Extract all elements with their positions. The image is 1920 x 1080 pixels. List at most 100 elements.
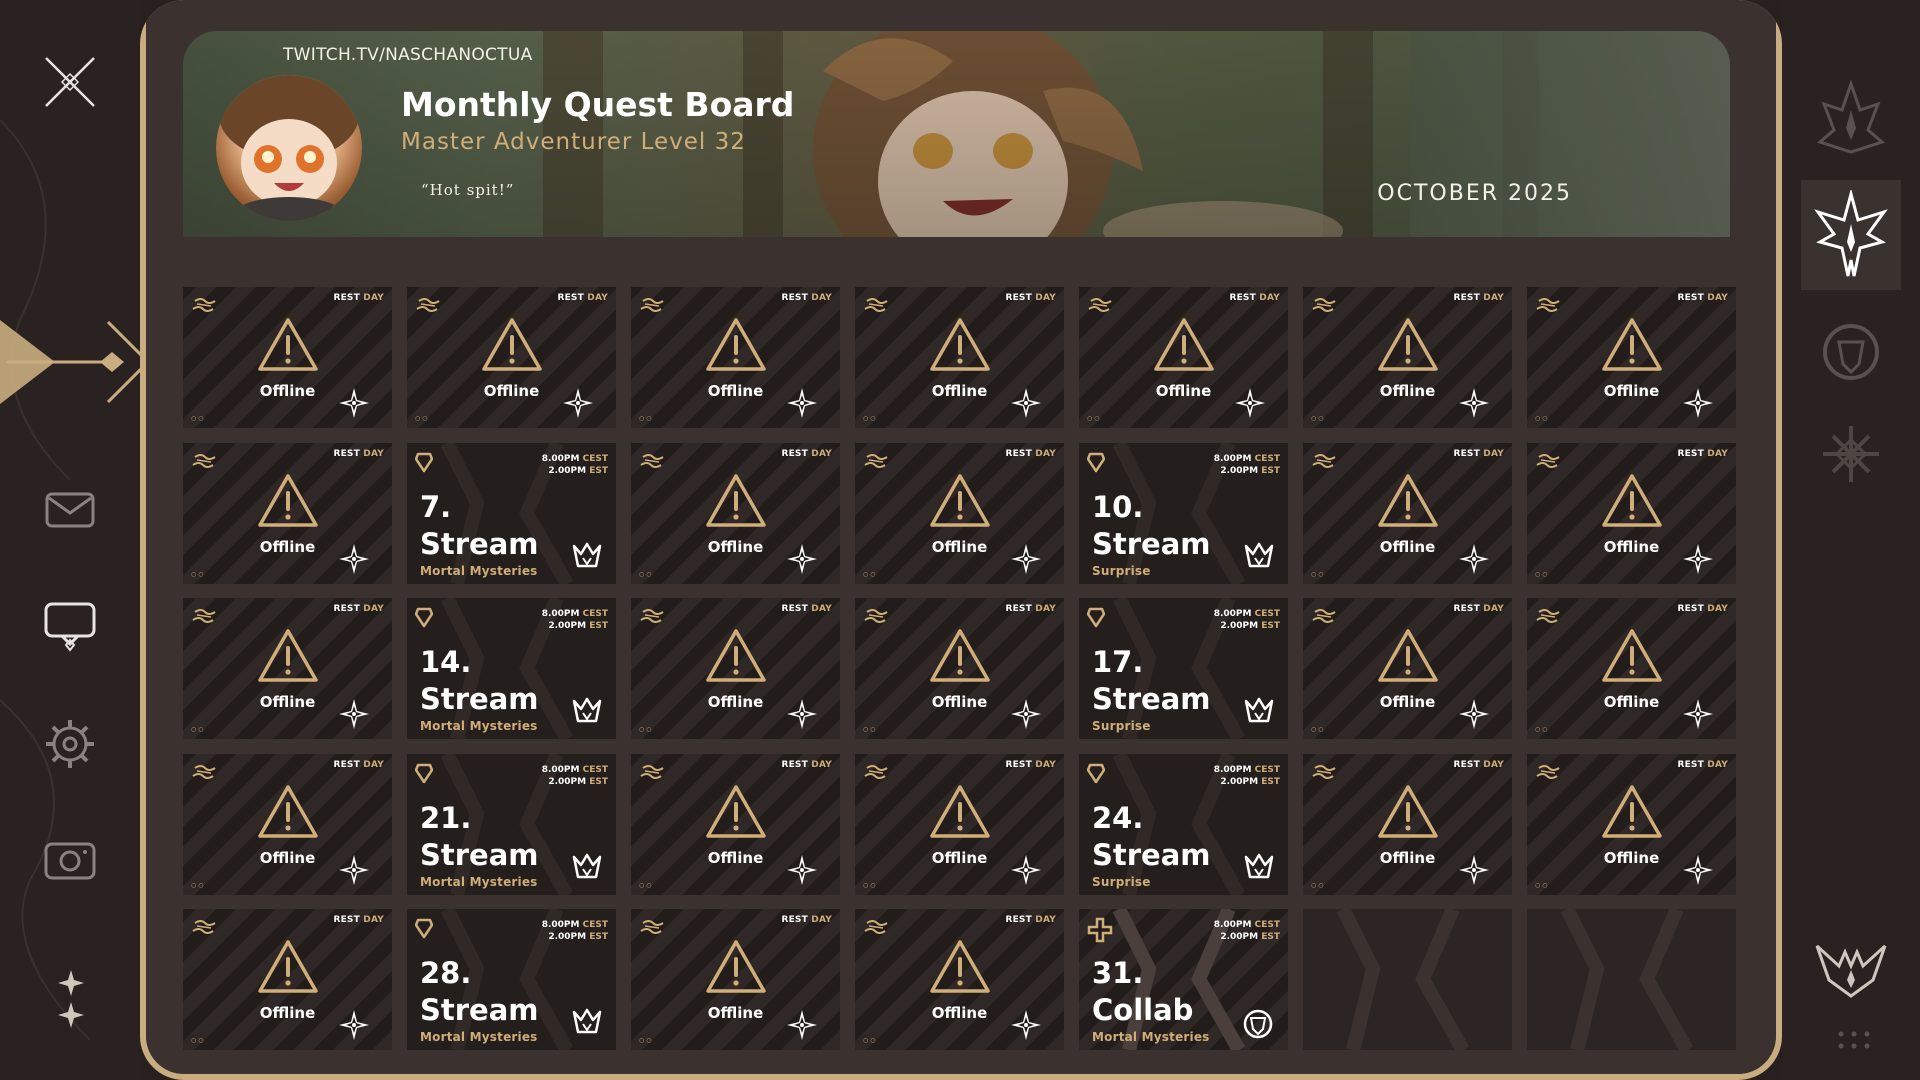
rest-label: REST [1453,760,1480,770]
warning-icon [705,628,767,688]
rest-label: REST [781,604,808,614]
chat-button[interactable] [40,596,100,656]
tz-cest: CEST [1254,920,1280,930]
warning-icon [705,317,767,377]
calendar-cell[interactable]: REST DAY Offline ○○ [631,909,840,1050]
calendar-cell[interactable]: REST DAY Offline ○○ [631,598,840,739]
tz-est: EST [1261,466,1280,476]
camera-button[interactable] [40,830,100,890]
wave-icon [191,762,217,786]
crown-icon [572,697,602,729]
rest-day-label: REST DAY [1005,915,1056,925]
calendar-cell[interactable]: REST DAY Offline ○○ [855,909,1064,1050]
warning-icon [1601,317,1663,377]
sparkle-icon [1010,854,1042,890]
event-kind: Stream [420,527,539,561]
wave-icon [415,295,441,319]
rest-day-label: REST DAY [1005,760,1056,770]
warning-icon [929,784,991,844]
dots-icon: ○○ [191,726,206,733]
calendar-cell[interactable]: REST DAY Offline ○○ [407,287,616,428]
time-est: 2.00PM EST [542,465,608,477]
time-est-value: 2.00PM [1220,932,1259,942]
calendar-cell[interactable]: REST DAY Offline ○○ [183,754,392,895]
mail-button[interactable] [40,480,100,540]
warning-icon [705,939,767,999]
calendar-cell[interactable]: 8.00PM CEST 2.00PM EST 14. Stream Mortal Mys… [407,598,616,739]
time-est: 2.00PM EST [542,776,608,788]
avatar-art [219,75,359,221]
close-button[interactable] [40,52,100,112]
time-cest-value: 8.00PM [1213,920,1252,930]
calendar-cell[interactable]: REST DAY Offline ○○ [183,598,392,739]
calendar-cell[interactable]: REST DAY Offline ○○ [183,909,392,1050]
calendar-cell[interactable]: REST DAY Offline ○○ [1303,598,1512,739]
calendar-cell[interactable]: REST DAY Offline ○○ [1303,287,1512,428]
rest-label: REST [1005,760,1032,770]
winged-crest-button[interactable] [1801,180,1901,290]
rest-label: REST [1005,449,1032,459]
sparkle-icon [786,854,818,890]
sparkle-icon [1458,698,1490,734]
calendar-cell[interactable]: REST DAY Offline ○○ [631,287,840,428]
tz-est: EST [1261,621,1280,631]
calendar-cell[interactable]: REST DAY Offline ○○ [1527,754,1736,895]
channel-url[interactable]: TWITCH.TV/NASCHANOCTUA [283,45,533,65]
time-cest-value: 8.00PM [1213,454,1252,464]
dots-icon: ○○ [1311,882,1326,889]
rest-label: REST [333,915,360,925]
warning-icon [1601,628,1663,688]
dots-icon: ○○ [1311,571,1326,578]
calendar-cell[interactable]: REST DAY Offline ○○ [855,287,1064,428]
calendar-cell[interactable]: 8.00PM CEST 2.00PM EST 24. Stream Surprise [1079,754,1288,895]
warning-icon [1601,473,1663,533]
calendar-cell[interactable]: REST DAY Offline ○○ [183,287,392,428]
flame-crest-icon [1816,80,1886,154]
warning-icon [1153,317,1215,377]
time-est: 2.00PM EST [1214,776,1280,788]
rest-day-label: REST DAY [1453,449,1504,459]
calendar-cell[interactable]: REST DAY Offline ○○ [631,754,840,895]
sparkle-icon [338,543,370,579]
crown-icon [1244,853,1274,885]
sparkle-icon [786,543,818,579]
calendar-cell[interactable]: REST DAY Offline ○○ [1303,443,1512,584]
event-kind: Stream [1092,527,1211,561]
calendar-cell[interactable]: REST DAY Offline ○○ [1527,443,1736,584]
rest-label: REST [557,293,584,303]
event-game: Mortal Mysteries [420,1030,538,1044]
calendar-cell[interactable]: REST DAY Offline ○○ [855,443,1064,584]
time-cest-value: 8.00PM [541,609,580,619]
calendar-cell[interactable]: REST DAY Offline ○○ [631,443,840,584]
event-game: Surprise [1092,719,1151,733]
calendar-cell[interactable]: 8.00PM CEST 2.00PM EST 31. Collab Mortal Mys… [1079,909,1288,1050]
calendar-cell[interactable]: 8.00PM CEST 2.00PM EST 17. Stream Surprise [1079,598,1288,739]
calendar-cell[interactable]: REST DAY Offline ○○ [855,598,1064,739]
ornament-crest-button[interactable] [1801,404,1901,504]
calendar-cell[interactable]: REST DAY Offline ○○ [1527,598,1736,739]
calendar-cell[interactable]: 8.00PM CEST 2.00PM EST 10. Stream Surprise [1079,443,1288,584]
bird-crest-button[interactable] [1801,918,1901,1018]
flame-crest-button[interactable] [1801,70,1901,170]
calendar-cell[interactable]: REST DAY Offline ○○ [1303,754,1512,895]
rest-day-label: REST DAY [1005,293,1056,303]
calendar-cell[interactable]: 8.00PM CEST 2.00PM EST 28. Stream Mortal Mys… [407,909,616,1050]
warning-icon [1377,784,1439,844]
dots-icon: ○○ [191,571,206,578]
calendar-cell[interactable]: REST DAY Offline ○○ [1079,287,1288,428]
time-cest-value: 8.00PM [541,920,580,930]
stream-time: 8.00PM CEST 2.00PM EST [1214,919,1280,943]
calendar-cell[interactable]: 8.00PM CEST 2.00PM EST 7. Stream Mortal Myst… [407,443,616,584]
settings-button[interactable] [40,714,100,774]
gem-icon [1086,762,1106,788]
winged-crest-icon [1814,190,1888,277]
calendar-cell[interactable]: REST DAY Offline ○○ [1527,287,1736,428]
stream-time: 8.00PM CEST 2.00PM EST [542,453,608,477]
calendar-cell[interactable]: REST DAY Offline ○○ [855,754,1064,895]
wave-icon [1311,762,1337,786]
shield-crest-button[interactable] [1801,302,1901,402]
tz-est: EST [589,621,608,631]
calendar-cell[interactable]: 8.00PM CEST 2.00PM EST 21. Stream Mortal Mys… [407,754,616,895]
calendar-cell[interactable]: REST DAY Offline ○○ [183,443,392,584]
day-number: 24. [1092,801,1144,835]
